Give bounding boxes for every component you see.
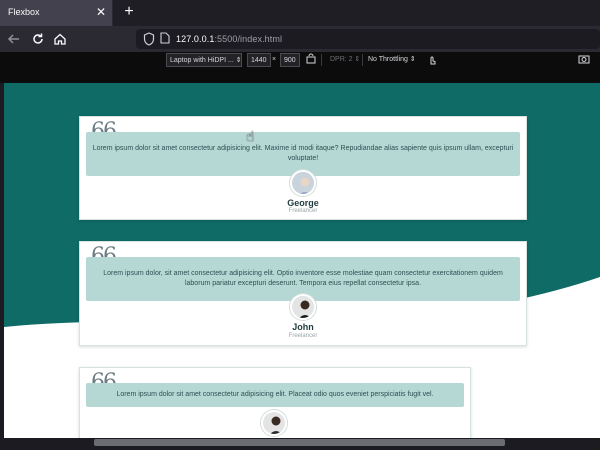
dimension-separator: × xyxy=(272,56,277,63)
screenshot-icon[interactable] xyxy=(578,53,590,67)
person-name: George xyxy=(287,198,319,208)
close-tab-icon[interactable]: ✕ xyxy=(94,5,108,19)
dpr-selector[interactable]: DPR: 2 ⇕ xyxy=(330,53,360,67)
testimonial-text: Lorem ipsum dolor sit amet consectetur a… xyxy=(86,383,464,407)
back-arrow-icon[interactable] xyxy=(6,31,22,47)
rotate-icon[interactable] xyxy=(306,53,318,67)
page-icon[interactable] xyxy=(158,32,172,46)
avatar xyxy=(261,410,287,436)
toolbar-divider xyxy=(321,54,322,66)
viewport-width-input[interactable]: 1440 xyxy=(247,53,271,67)
url-text: 127.0.0.1:5500/index.html xyxy=(176,34,283,44)
testimonial-card: 66 Lorem ipsum dolor sit amet consectetu… xyxy=(79,367,471,438)
throttling-label: No Throttling xyxy=(368,56,408,63)
person-name: John xyxy=(292,322,314,332)
device-selector-label: Laptop with HiDPI ... xyxy=(170,57,234,64)
responsive-design-toolbar: Laptop with HiDPI ... ⇕ 1440 × 900 DPR: … xyxy=(0,52,600,68)
tab-strip: Flexbox ✕ + xyxy=(0,0,600,26)
tab-flexbox[interactable]: Flexbox ✕ xyxy=(0,0,113,26)
dpr-label: DPR: 2 xyxy=(330,56,353,63)
page-viewport: 66 Lorem ipsum dolor sit amet consectetu… xyxy=(4,83,600,438)
horizontal-scrollbar[interactable] xyxy=(94,439,505,446)
navigation-bar: 127.0.0.1:5500/index.html xyxy=(0,26,600,52)
new-tab-button[interactable]: + xyxy=(121,4,137,20)
mouse-pointer-icon: ☝ xyxy=(246,128,255,144)
testimonial-card: 66 Lorem ipsum dolor, sit amet consectet… xyxy=(79,241,527,346)
viewport-frame xyxy=(0,68,600,83)
throttling-selector[interactable]: No Throttling ⇕ xyxy=(368,53,416,67)
avatar xyxy=(290,170,316,196)
person-role: Freelancer xyxy=(288,333,318,339)
chevron-updown-icon: ⇕ xyxy=(235,57,242,64)
toolbar-divider xyxy=(362,54,363,66)
home-icon[interactable] xyxy=(52,31,68,47)
avatar xyxy=(290,294,316,320)
shield-icon[interactable] xyxy=(142,32,156,46)
person-role: Freelancer xyxy=(288,208,318,214)
device-selector[interactable]: Laptop with HiDPI ... ⇕ xyxy=(166,53,242,67)
chevron-updown-icon: ⇕ xyxy=(354,56,361,63)
reload-icon[interactable] xyxy=(30,31,46,47)
chevron-updown-icon: ⇕ xyxy=(409,56,416,63)
viewport-height-input[interactable]: 900 xyxy=(280,53,300,67)
testimonial-card: 66 Lorem ipsum dolor sit amet consectetu… xyxy=(79,116,527,220)
tab-title: Flexbox xyxy=(8,7,40,17)
touch-simulation-icon[interactable] xyxy=(427,53,439,67)
url-bar[interactable]: 127.0.0.1:5500/index.html xyxy=(136,29,600,49)
